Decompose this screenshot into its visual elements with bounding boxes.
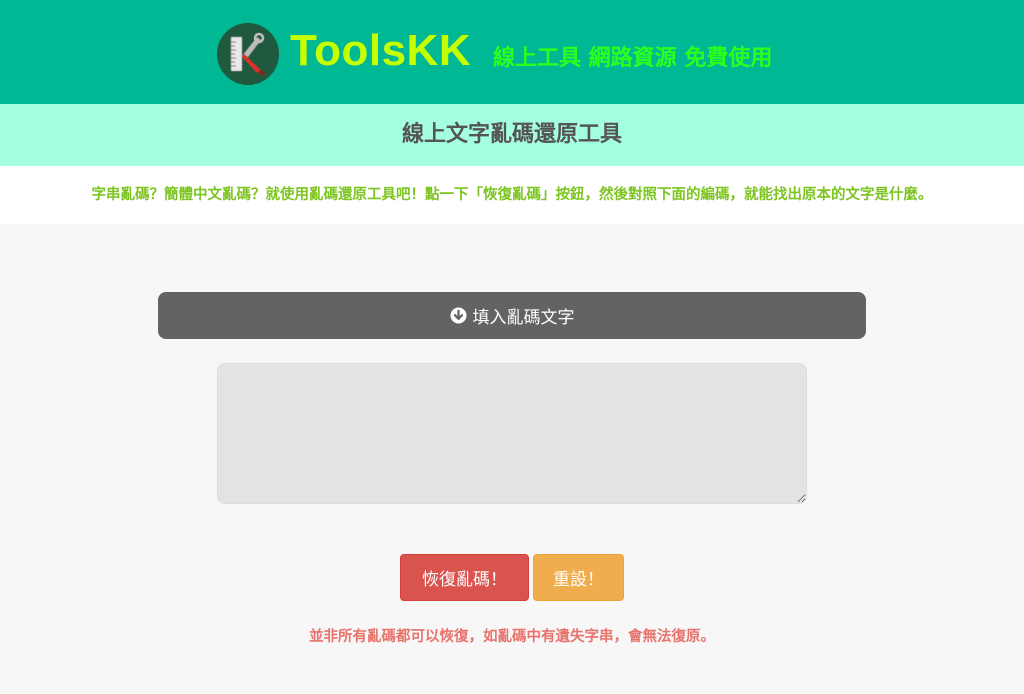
warning-note: 並非所有亂碼都可以恢復，如亂碼中有遺失字串，會無法復原。 bbox=[309, 629, 715, 645]
input-section-label: 填入亂碼文字 bbox=[472, 308, 575, 328]
garbled-text-input[interactable] bbox=[217, 363, 807, 504]
restore-button-label: 恢復亂碼！ bbox=[422, 570, 507, 590]
input-section-header: 填入亂碼文字 bbox=[158, 292, 866, 339]
reset-button[interactable]: 重設！ bbox=[533, 554, 624, 601]
arrow-circle-down-icon bbox=[450, 307, 467, 324]
reset-button-label: 重設！ bbox=[553, 570, 604, 590]
page-description: 字串亂碼？簡體中文亂碼？就使用亂碼還原工具吧！點一下「恢復亂碼」按鈕，然後對照下… bbox=[91, 187, 933, 203]
title-bar: 線上文字亂碼還原工具 bbox=[0, 104, 1024, 166]
brand-name[interactable]: ToolsKK bbox=[290, 26, 471, 76]
logo-graphic bbox=[217, 23, 279, 85]
description-bar: 字串亂碼？簡體中文亂碼？就使用亂碼還原工具吧！點一下「恢復亂碼」按鈕，然後對照下… bbox=[0, 166, 1024, 224]
site-slogan: 線上工具 網路資源 免費使用 bbox=[493, 46, 773, 71]
site-header: ToolsKK 線上工具 網路資源 免費使用 bbox=[0, 0, 1024, 104]
restore-button[interactable]: 恢復亂碼！ bbox=[400, 554, 529, 601]
page-title: 線上文字亂碼還原工具 bbox=[401, 122, 622, 147]
toolskk-logo-icon[interactable] bbox=[217, 23, 279, 85]
